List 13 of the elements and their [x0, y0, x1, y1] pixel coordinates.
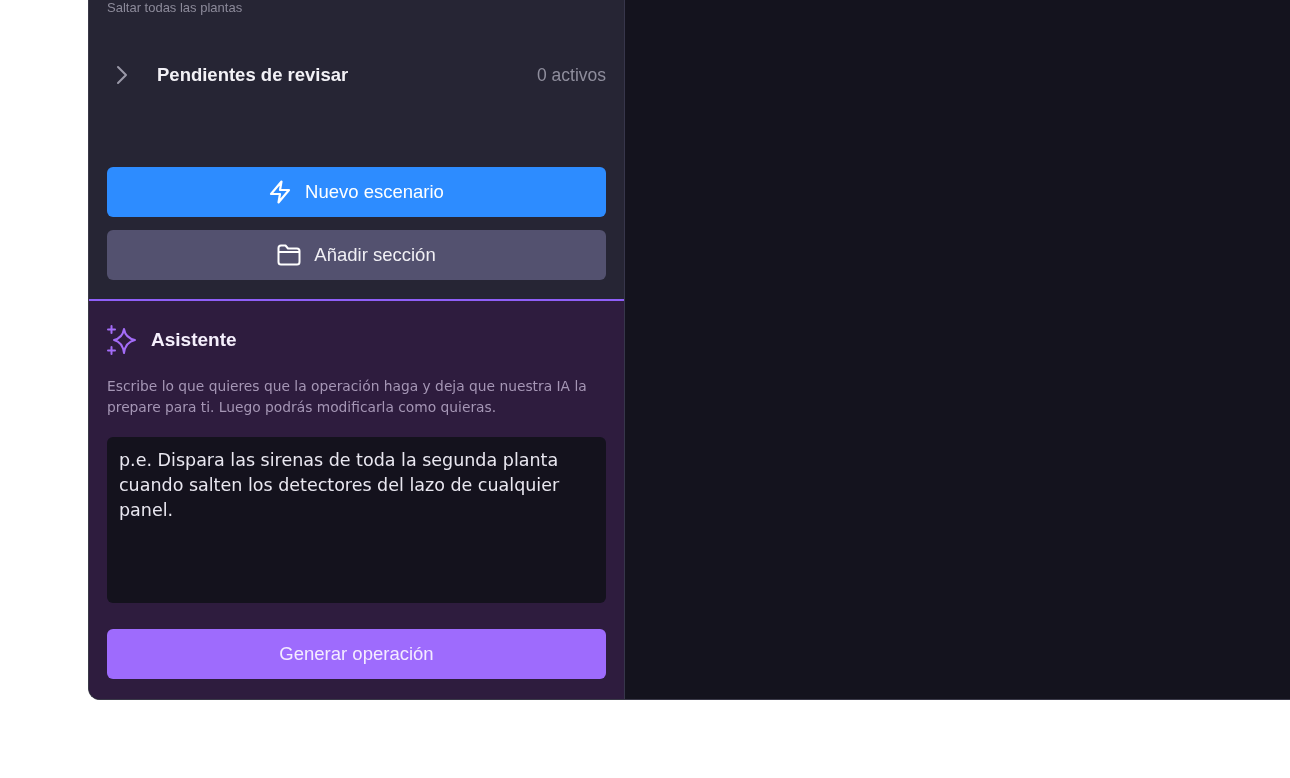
group-label: Pendientes de revisar — [157, 64, 349, 86]
folder-icon — [277, 244, 302, 266]
assistant-title: Asistente — [151, 329, 237, 351]
generate-button[interactable]: Generar operación — [107, 629, 606, 679]
secondary-button[interactable]: Añadir sección — [107, 230, 606, 280]
sparkles-icon — [107, 325, 137, 355]
count-text: 0 activos — [536, 64, 606, 86]
caption-text: Saltar todas las plantas — [107, 0, 243, 15]
chevron-right-icon[interactable] — [116, 65, 128, 85]
description-text: Escribe lo que quieres que la operación haga y deja que nuestra IA la prepare para ti. Luego podrás modificarla como quieras. — [107, 377, 588, 417]
lightning-icon — [269, 180, 292, 204]
primary-button[interactable]: Nuevo escenario — [107, 167, 606, 217]
prompt-field[interactable]: p.e. Dispara las sirenas de toda la segunda planta cuando salten los detectores del lazo de cualquier panel. — [107, 437, 606, 603]
